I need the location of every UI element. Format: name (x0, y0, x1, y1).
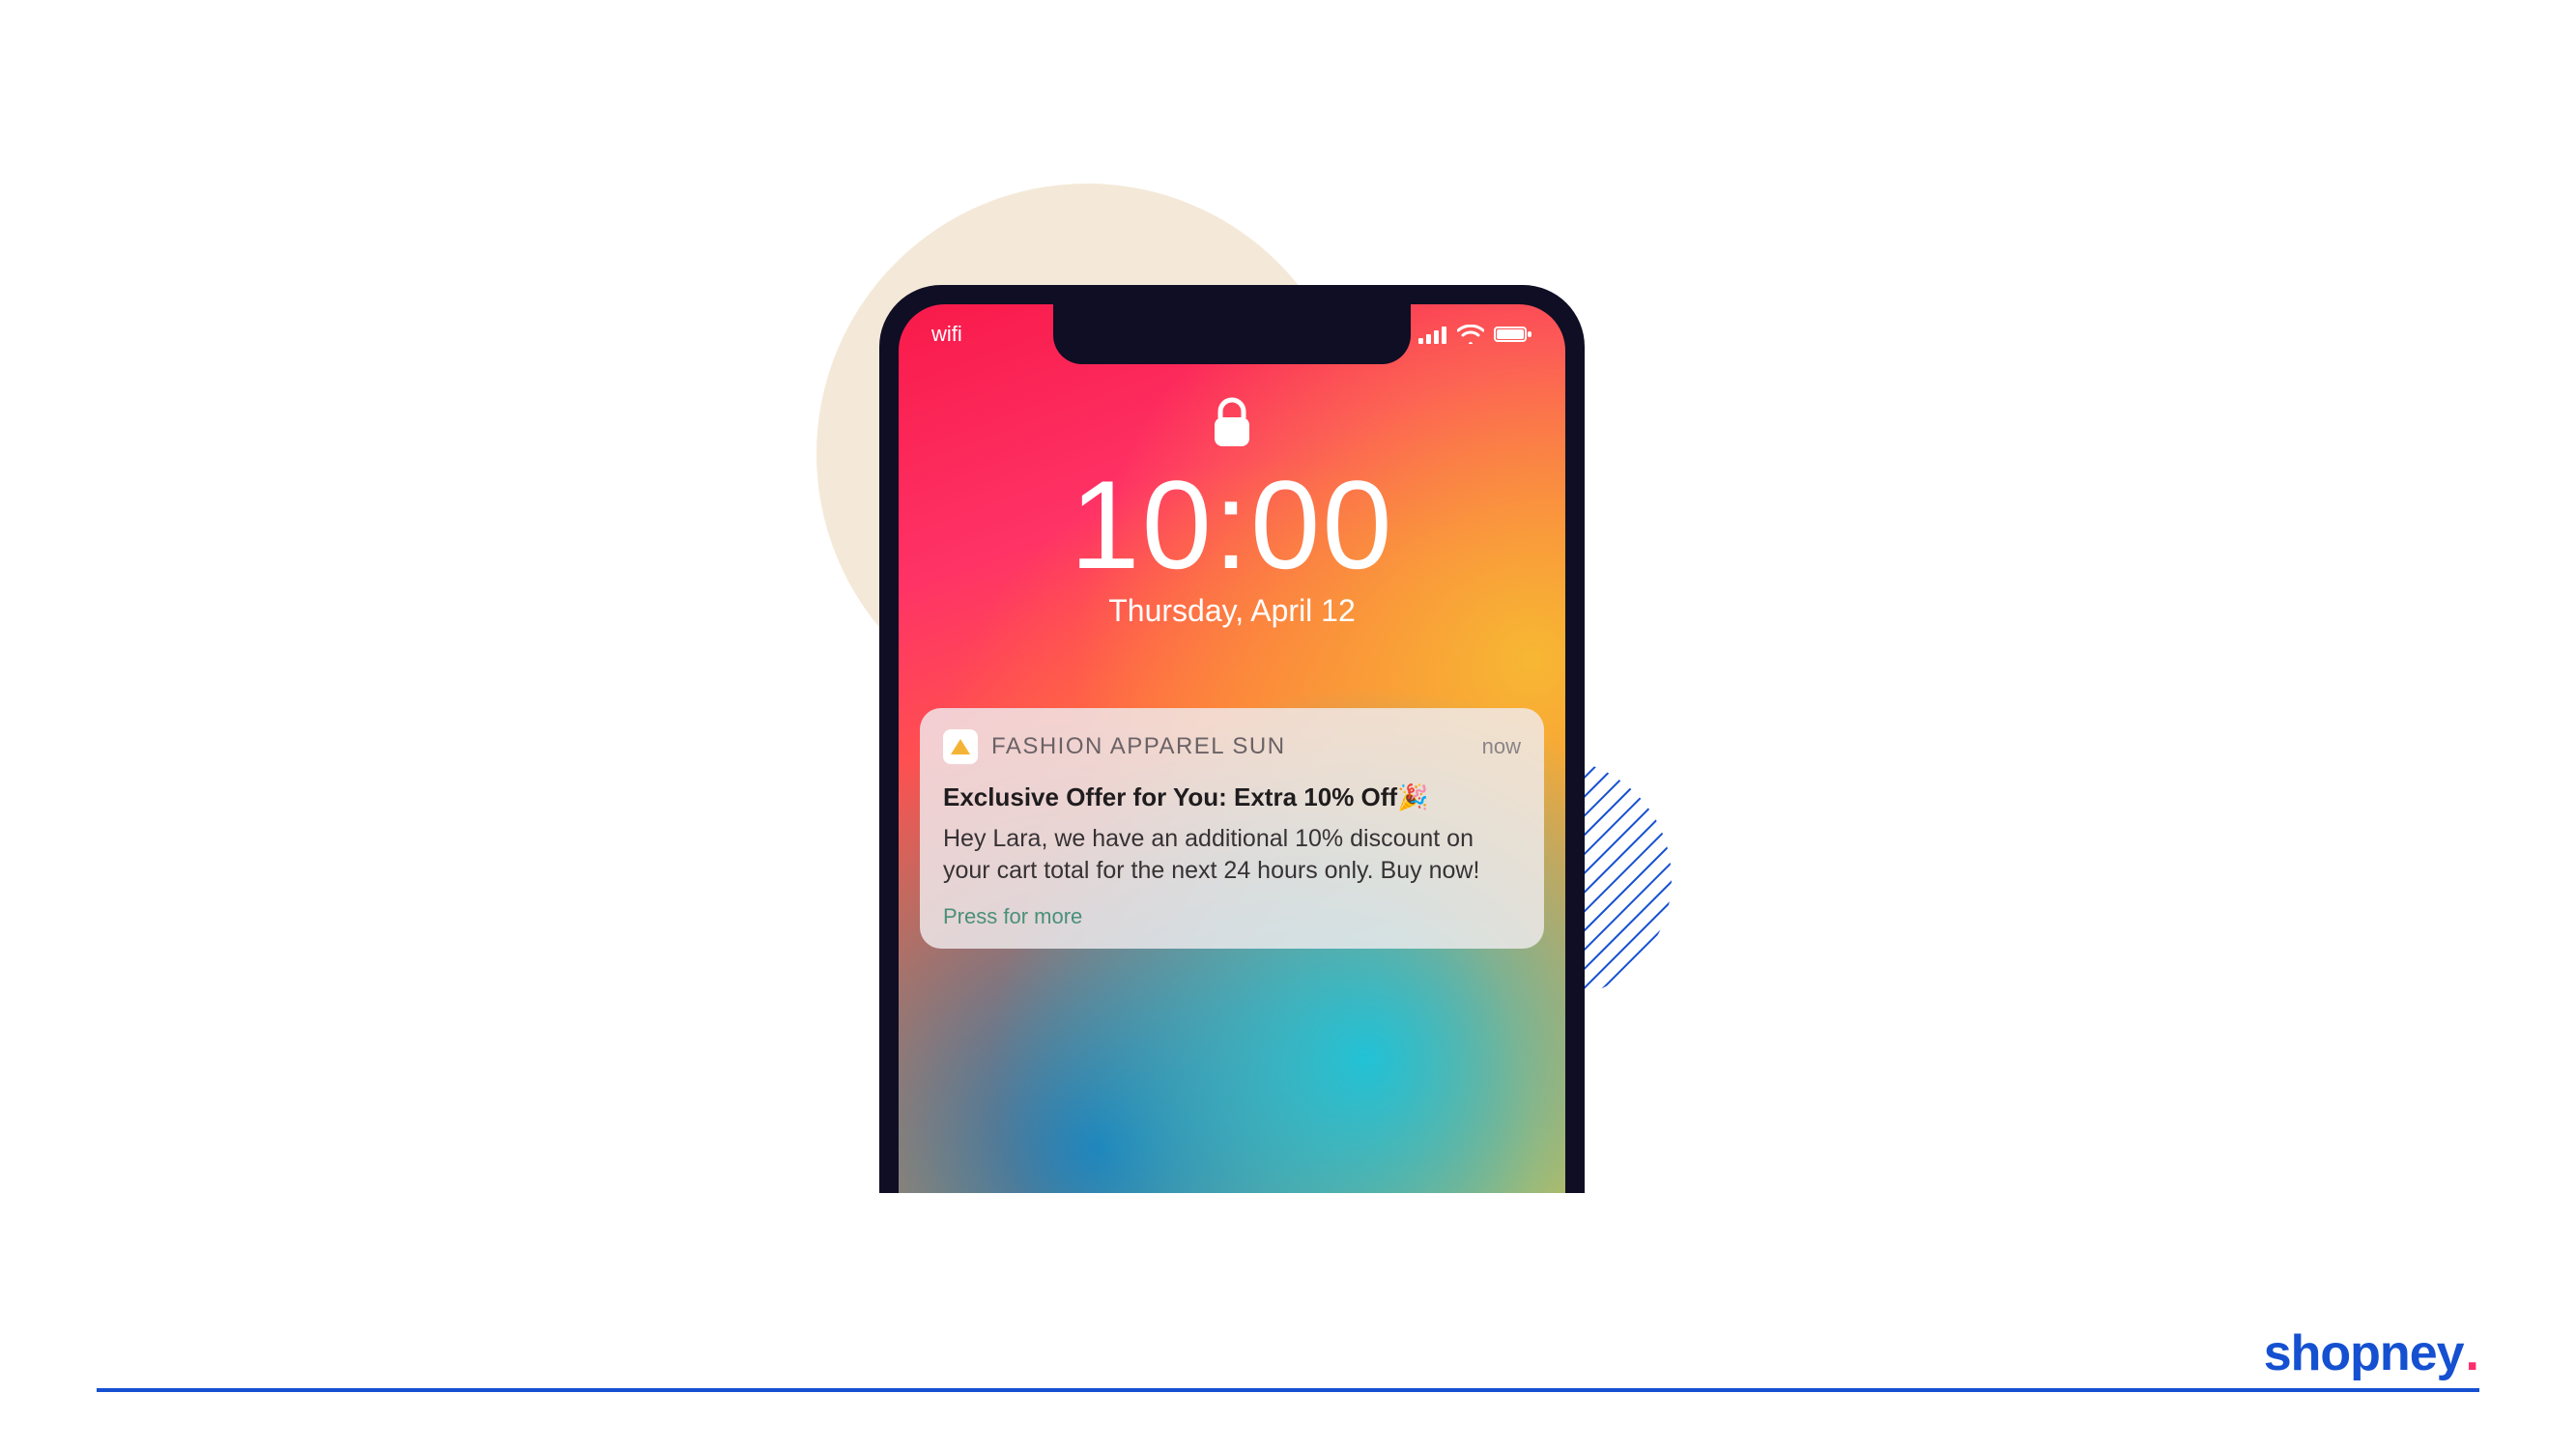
notification-app-icon (943, 729, 978, 764)
lock-screen-time: 10:00 (899, 459, 1565, 591)
app-logo-triangle-icon (951, 739, 970, 754)
brand-name: shopney (2264, 1324, 2464, 1382)
status-right-icons (1418, 325, 1532, 344)
promo-canvas: wifi (0, 0, 2576, 1450)
notification-timestamp: now (1482, 734, 1521, 759)
notification-title: Exclusive Offer for You: Extra 10% Off🎉 (943, 782, 1521, 813)
push-notification-card[interactable]: FASHION APPAREL SUN now Exclusive Offer … (920, 708, 1544, 949)
brand-dot: . (2466, 1324, 2479, 1382)
notification-body: Hey Lara, we have an additional 10% disc… (943, 823, 1521, 887)
footer-divider-line (97, 1388, 2479, 1392)
battery-icon (1494, 325, 1532, 344)
lock-screen-date: Thursday, April 12 (899, 593, 1565, 629)
notification-press-for-more[interactable]: Press for more (943, 904, 1521, 929)
lock-screen-header: 10:00 Thursday, April 12 (899, 396, 1565, 629)
brand-logo: shopney . (2241, 1324, 2479, 1382)
phone-mockup: wifi (879, 285, 1585, 1193)
status-wifi-label: wifi (931, 322, 1047, 347)
lock-icon (1211, 396, 1253, 455)
wifi-icon (1457, 325, 1484, 344)
cellular-signal-icon (1418, 325, 1447, 344)
phone-notch (1053, 304, 1411, 364)
notification-app-name: FASHION APPAREL SUN (991, 733, 1469, 760)
phone-screen: wifi (899, 304, 1565, 1193)
notification-header: FASHION APPAREL SUN now (943, 729, 1521, 764)
